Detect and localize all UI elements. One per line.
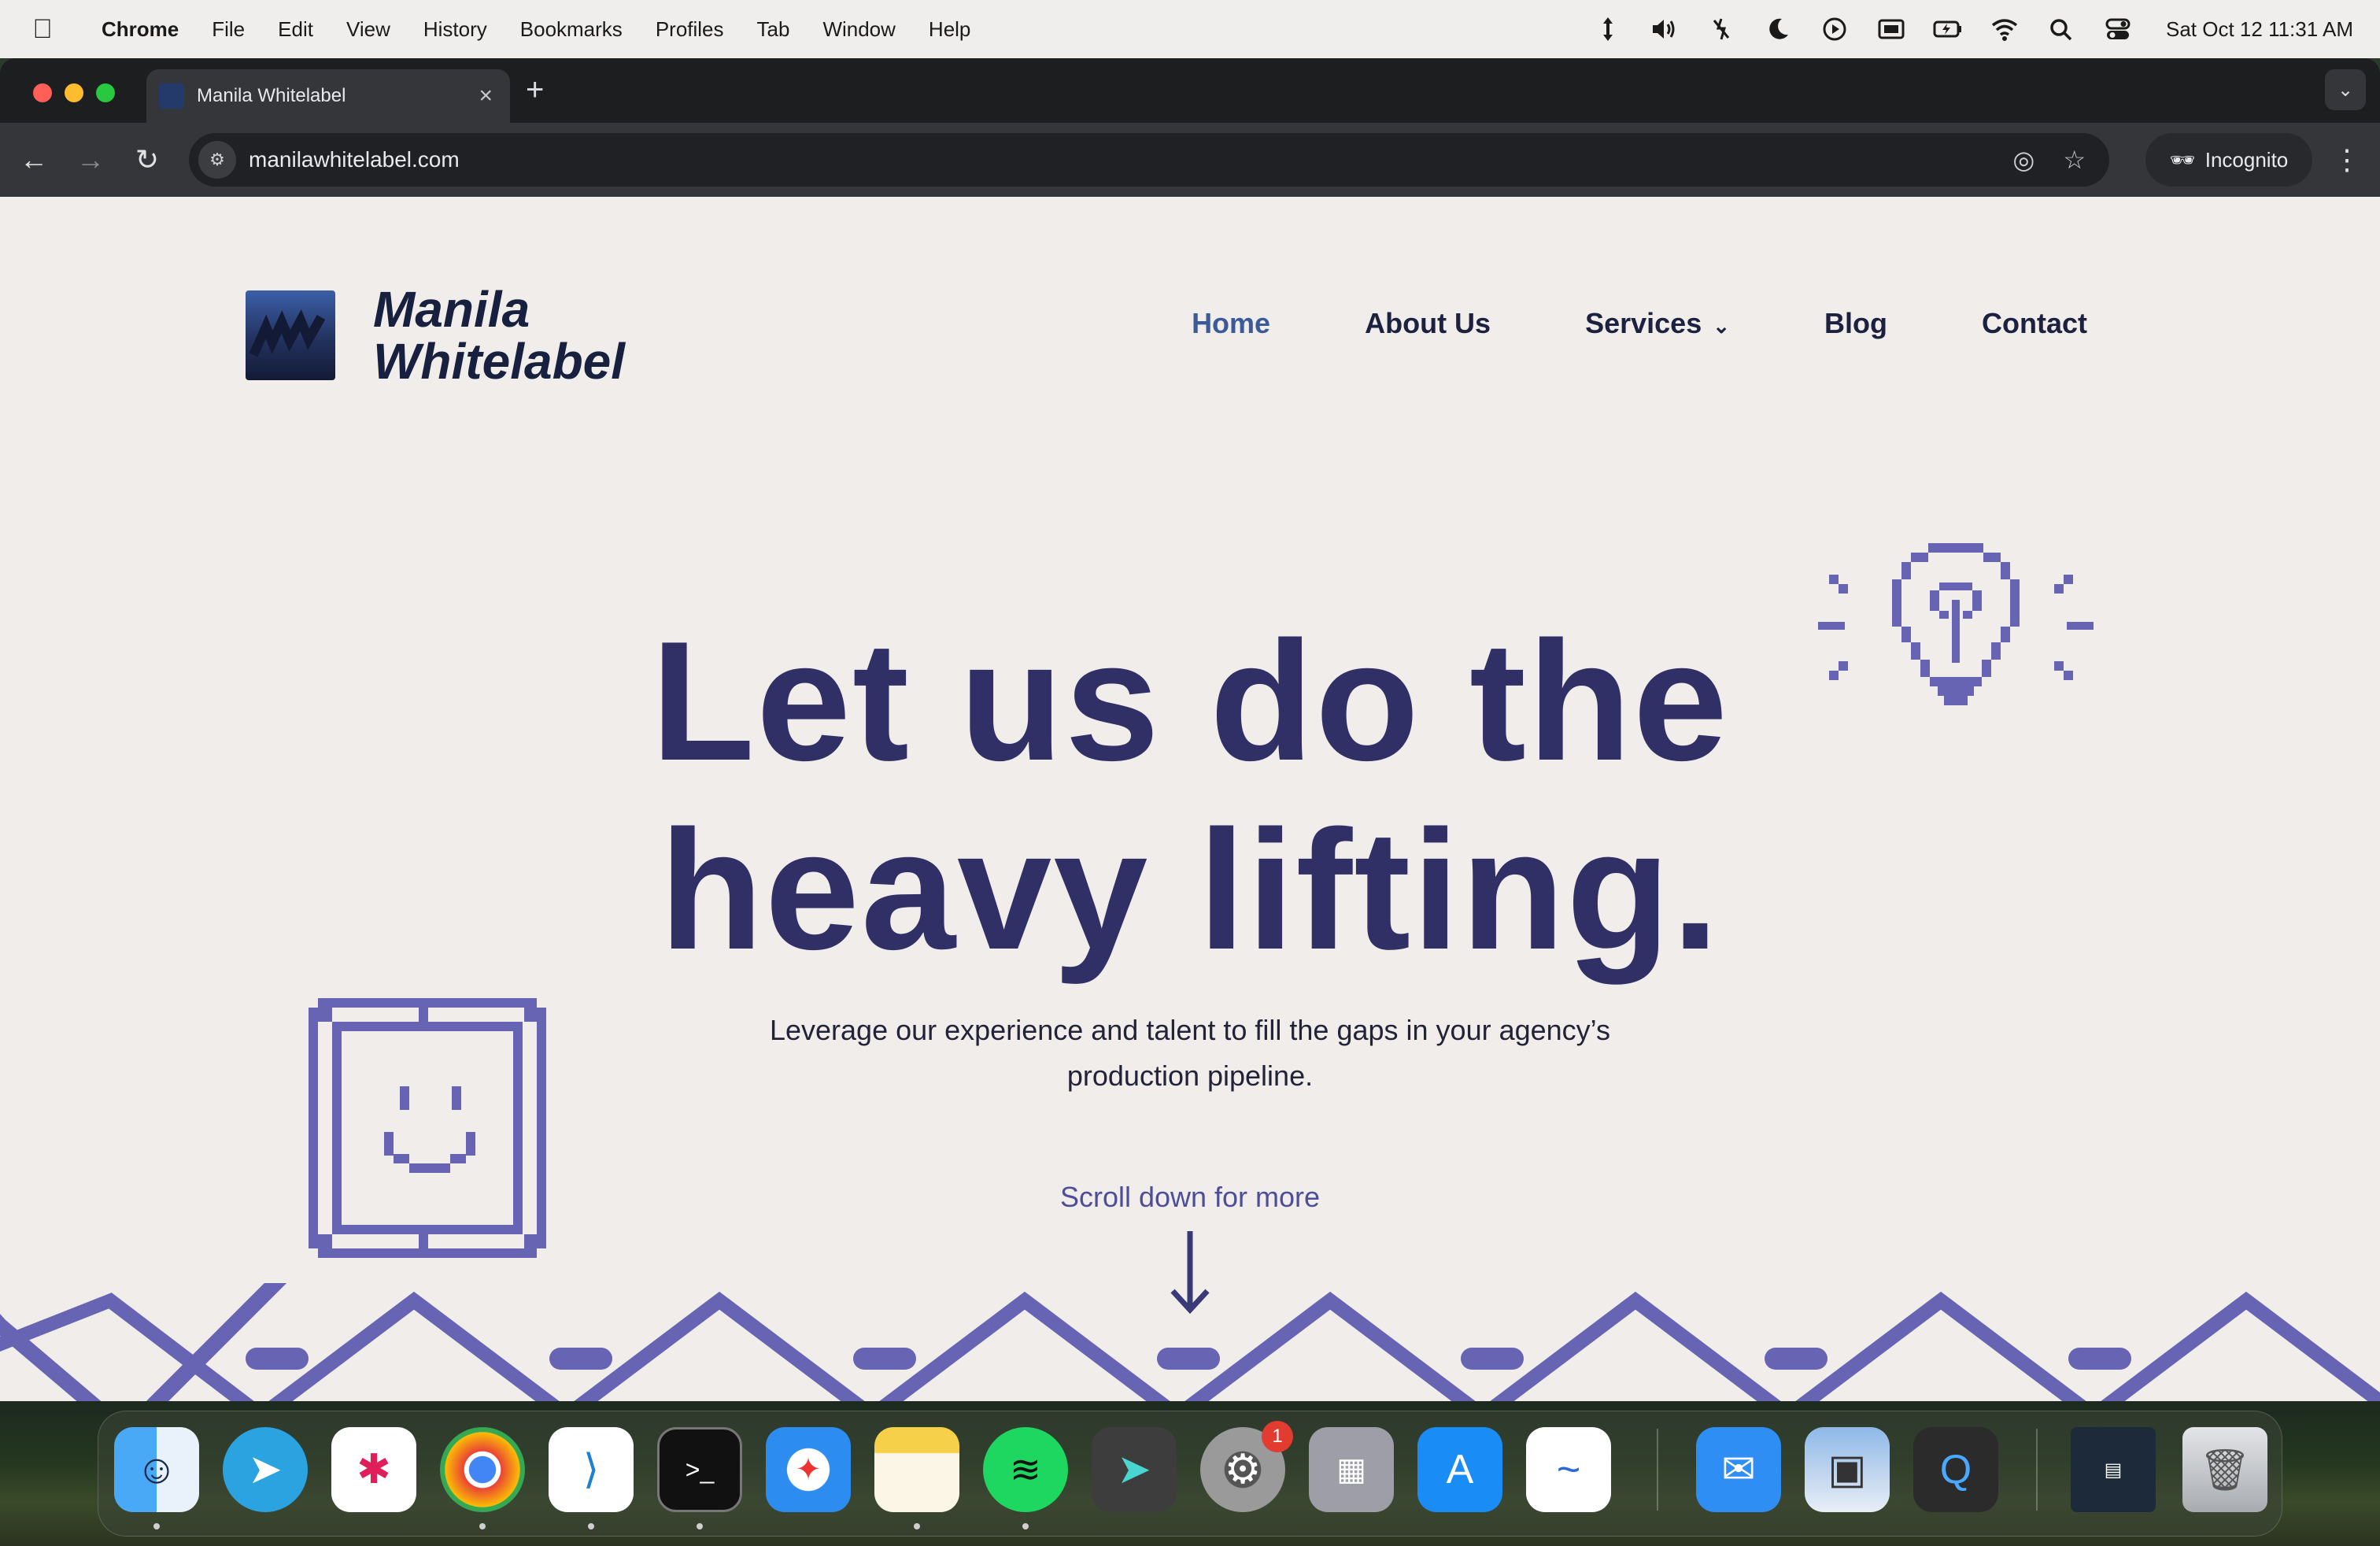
- site-logo[interactable]: Manila Whitelabel: [246, 283, 625, 387]
- spotify-icon[interactable]: ≋: [983, 1427, 1068, 1512]
- back-arrow-icon[interactable]: ←: [14, 140, 54, 179]
- tab-manila-whitelabel[interactable]: Manila Whitelabel ×: [146, 69, 510, 123]
- finder-icon[interactable]: ☺: [114, 1427, 199, 1512]
- nav-services-label: Services: [1585, 307, 1702, 339]
- quicktime-icon[interactable]: Q: [1913, 1427, 1998, 1512]
- system-settings-icon[interactable]: ⚙ 1: [1200, 1421, 1293, 1512]
- logo-text-line1: Manila: [373, 281, 530, 338]
- close-tab-icon[interactable]: ×: [479, 83, 493, 109]
- logo-text-line2: Whitelabel: [373, 333, 626, 390]
- chrome-menu-icon[interactable]: ⋮: [2333, 143, 2361, 176]
- menu-bookmarks[interactable]: Bookmarks: [504, 17, 639, 42]
- menu-history[interactable]: History: [407, 17, 504, 42]
- volume-icon[interactable]: [1650, 16, 1680, 43]
- downloads-stack-icon[interactable]: ▤: [2071, 1427, 2156, 1512]
- dock-separator: [1657, 1429, 1658, 1511]
- focus-off-icon[interactable]: [1706, 16, 1736, 43]
- incognito-chip[interactable]: 🕶 Incognito: [2145, 133, 2312, 187]
- tab-search-chevron-icon[interactable]: ⌄: [2325, 69, 2366, 110]
- menu-file[interactable]: File: [195, 17, 261, 42]
- menu-bar:  Chrome File Edit View History Bookmark…: [0, 0, 2380, 58]
- nav-contact[interactable]: Contact: [1982, 307, 2087, 340]
- url-text[interactable]: manilawhitelabel.com: [249, 147, 460, 172]
- chevron-down-icon: ⌄: [1713, 314, 1731, 338]
- control-center-icon[interactable]: [2103, 16, 2133, 43]
- vscode-icon[interactable]: ⟩: [549, 1427, 634, 1512]
- spotlight-search-icon[interactable]: [2046, 16, 2076, 43]
- zigzag-pattern-divider: [0, 1283, 2380, 1401]
- incognito-label: Incognito: [2204, 147, 2289, 172]
- main-nav: Home About Us Services ⌄ Blog Contact: [1192, 307, 2087, 340]
- site-info-icon[interactable]: ⚙: [198, 141, 236, 179]
- tab-strip: Manila Whitelabel × + ⌄: [0, 58, 2380, 123]
- menu-window[interactable]: Window: [806, 17, 911, 42]
- notes-running-dot: [914, 1523, 920, 1529]
- slack-icon[interactable]: ✱: [331, 1427, 416, 1512]
- menu-app-name[interactable]: Chrome: [85, 17, 195, 42]
- page-viewport: Manila Whitelabel Home About Us Services…: [0, 197, 2380, 1401]
- address-bar[interactable]: ⚙ manilawhitelabel.com ◎ ☆: [189, 133, 2109, 187]
- site-favicon-icon: [159, 83, 184, 109]
- forward-arrow-icon[interactable]: →: [71, 140, 110, 179]
- logo-mark-icon: [246, 290, 335, 380]
- trash-icon[interactable]: 🗑: [2182, 1427, 2267, 1512]
- eye-off-icon[interactable]: ◎: [2012, 145, 2034, 175]
- hero-line2: heavy lifting.: [659, 794, 1721, 985]
- moon-icon[interactable]: [1763, 16, 1793, 43]
- notes-icon[interactable]: [874, 1427, 959, 1512]
- battery-charging-icon[interactable]: [1933, 16, 1963, 43]
- chrome-running-dot: [479, 1523, 486, 1529]
- hero-subtitle-line1: Leverage our experience and talent to fi…: [769, 1014, 1611, 1046]
- browser-toolbar: ← → ↻ ⚙ manilawhitelabel.com ◎ ☆ 🕶 Incog…: [0, 123, 2380, 197]
- tab-title: Manila Whitelabel: [197, 85, 346, 106]
- nav-services[interactable]: Services ⌄: [1585, 307, 1730, 340]
- menu-tab[interactable]: Tab: [741, 17, 807, 42]
- safari-icon[interactable]: ✦: [766, 1427, 851, 1512]
- freeform-icon[interactable]: ~: [1526, 1427, 1611, 1512]
- hero-line1: Let us do the: [651, 605, 1729, 796]
- preview-icon[interactable]: ▣: [1805, 1427, 1890, 1512]
- bookmark-star-icon[interactable]: ☆: [2063, 145, 2086, 175]
- finder-running-dot: [153, 1523, 160, 1529]
- browser-window: Manila Whitelabel × + ⌄ ← → ↻ ⚙ manilawh…: [0, 58, 2380, 1401]
- terminal-running-dot: [697, 1523, 703, 1529]
- hero-heading: Let us do the heavy lifting.: [0, 606, 2380, 984]
- incognito-icon: 🕶: [2169, 147, 2196, 172]
- terminal-icon[interactable]: >_: [657, 1427, 742, 1512]
- zoom-window-button[interactable]: [96, 83, 115, 102]
- apple-menu-icon[interactable]: : [0, 14, 85, 45]
- menu-edit[interactable]: Edit: [261, 17, 330, 42]
- minimize-window-button[interactable]: [65, 83, 83, 102]
- wifi-icon[interactable]: [1990, 16, 2020, 43]
- launchpad-icon[interactable]: ▦: [1309, 1427, 1394, 1512]
- hero-subtitle-line2: production pipeline.: [1066, 1060, 1314, 1092]
- prompt-icon[interactable]: ➤: [1092, 1427, 1177, 1512]
- play-circle-icon[interactable]: [1820, 16, 1850, 43]
- dock-separator-2: [2036, 1429, 2038, 1511]
- nav-blog[interactable]: Blog: [1824, 307, 1887, 340]
- pixel-smiley-tile-icon: [309, 998, 546, 1258]
- menu-help[interactable]: Help: [912, 17, 987, 42]
- screen-mirroring-icon[interactable]: [1876, 16, 1906, 43]
- menu-profiles[interactable]: Profiles: [639, 17, 741, 42]
- hero-subtitle: Leverage our experience and talent to fi…: [718, 1008, 1662, 1099]
- new-tab-plus-icon[interactable]: +: [526, 72, 544, 108]
- menubar-clock[interactable]: Sat Oct 12 11:31 AM: [2166, 17, 2353, 42]
- reload-icon[interactable]: ↻: [128, 140, 167, 179]
- chrome-icon[interactable]: [440, 1427, 525, 1512]
- scroll-down-link[interactable]: Scroll down for more: [0, 1181, 2380, 1214]
- telegram-icon[interactable]: ➤: [223, 1427, 308, 1512]
- nav-home[interactable]: Home: [1192, 307, 1270, 340]
- notification-badge: 1: [1262, 1421, 1293, 1452]
- vertical-arrows-icon[interactable]: [1593, 16, 1623, 43]
- vscode-running-dot: [588, 1523, 594, 1529]
- nav-about[interactable]: About Us: [1365, 307, 1491, 340]
- dock: ☺ ➤ ✱ ⟩ >_ ✦ ≋ ➤ ⚙ 1 ▦ A ~ ✉ ▣ Q ▤ 🗑: [98, 1411, 2282, 1537]
- menu-view[interactable]: View: [330, 17, 407, 42]
- spotify-running-dot: [1022, 1523, 1029, 1529]
- app-store-icon[interactable]: A: [1417, 1427, 1502, 1512]
- mail-icon[interactable]: ✉: [1696, 1427, 1781, 1512]
- close-window-button[interactable]: [33, 83, 52, 102]
